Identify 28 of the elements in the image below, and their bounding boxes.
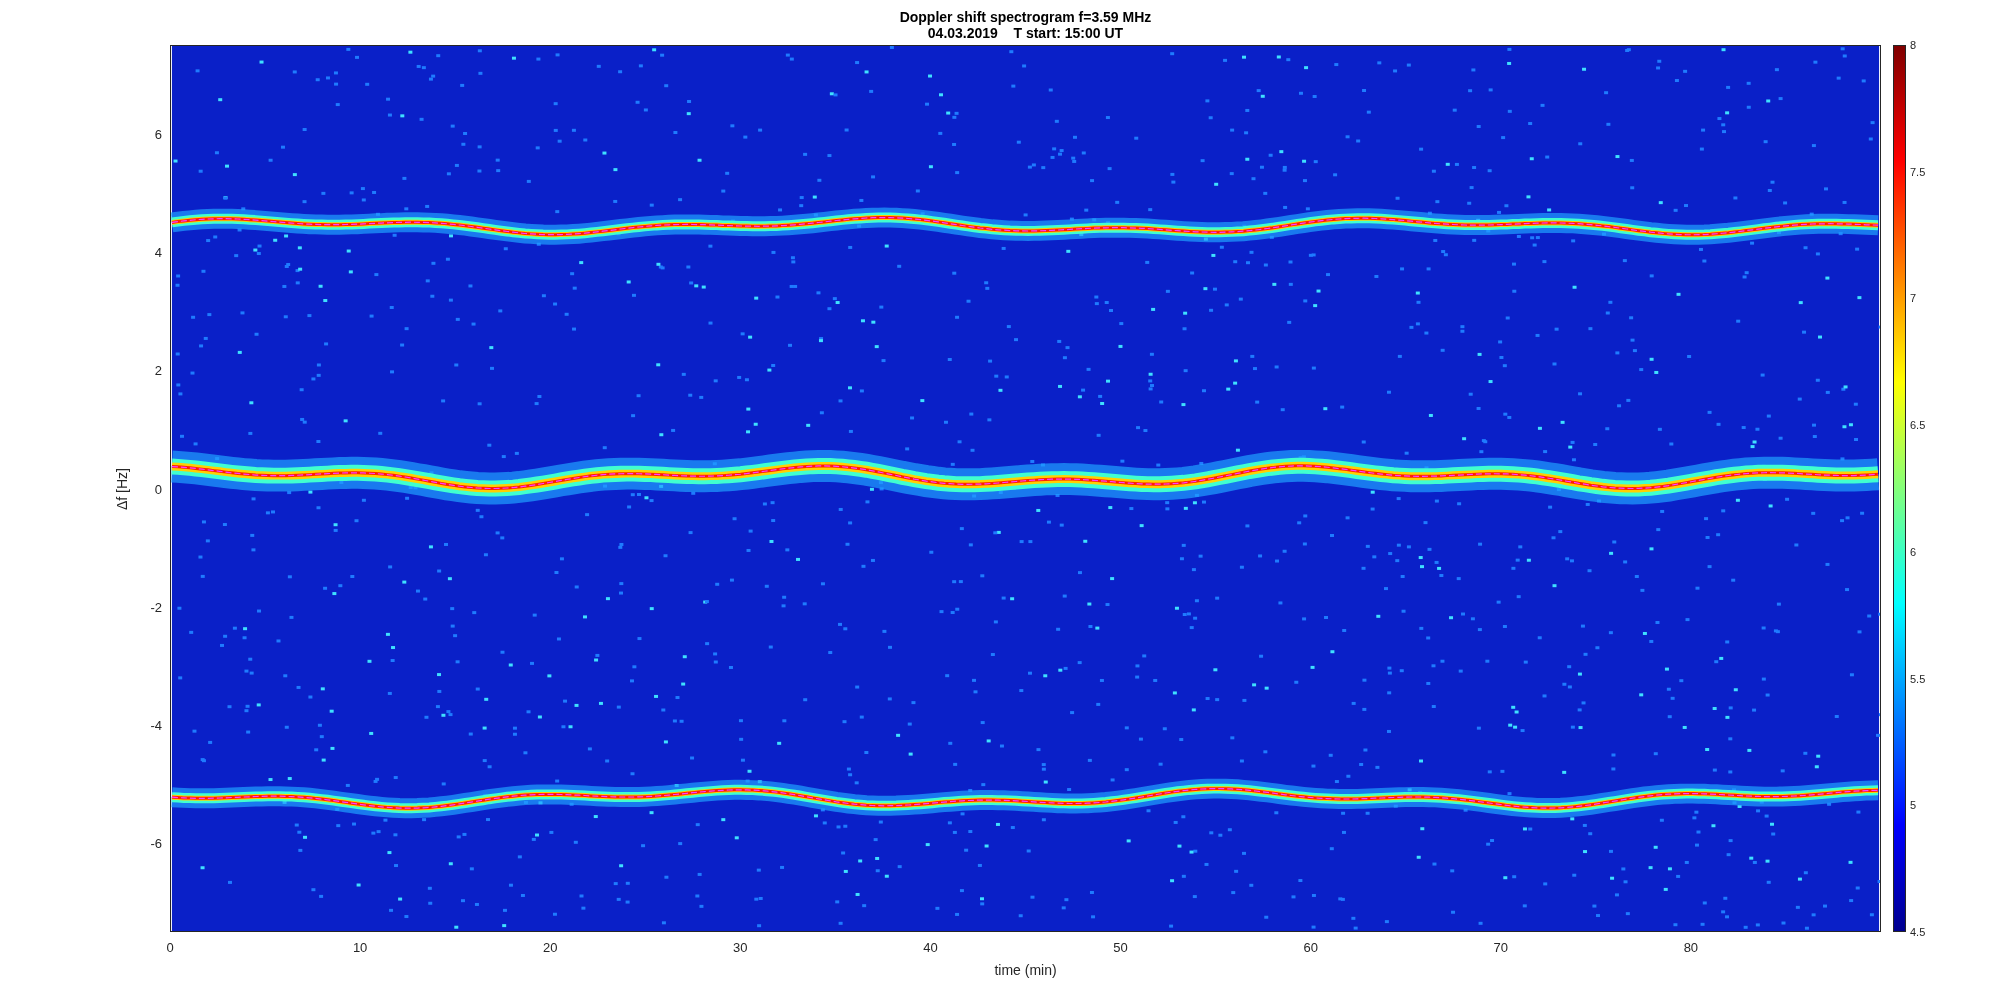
colorbar-tick-label: 5 (1910, 799, 1917, 812)
axis-tick-label: 50 (1113, 940, 1128, 955)
axis-tick-label: 60 (1303, 940, 1318, 955)
colorbar-tick-label: 6.5 (1910, 419, 1926, 432)
axis-tick-label: 20 (543, 940, 558, 955)
axis-label: Δf [Hz] (114, 467, 130, 510)
chart-subtitle: 04.03.2019 T start: 15:00 UT (927, 25, 1124, 41)
colorbar-tick-label: 8 (1910, 39, 1917, 51)
axis-tick-label: 70 (1493, 940, 1508, 955)
axis-label: time (min) (994, 962, 1057, 978)
colorbar-tick-label: 4.5 (1910, 926, 1926, 938)
axis-tick-label: 10 (352, 940, 368, 955)
axis-tick-label: 30 (733, 940, 748, 955)
axis-tick-label: 4 (154, 244, 162, 260)
axis-tick-label: -2 (150, 599, 162, 615)
axis-tick-label: 2 (154, 362, 162, 378)
colorbar-tick-label: 7 (1910, 292, 1917, 305)
chart-title: Doppler shift spectrogram f=3.59 MHz (899, 9, 1152, 25)
axis-tick-label: 0 (166, 940, 174, 955)
colorbar-tick-label: 7.5 (1910, 165, 1926, 178)
axis-tick-label: 40 (923, 940, 938, 955)
colorbar-tick-label: 6 (1910, 545, 1917, 558)
colorbar-tick-label: 5.5 (1910, 672, 1926, 685)
axis-tick-label: -4 (150, 717, 162, 733)
axis-tick-label: 0 (154, 481, 162, 496)
axis-tick-label: 80 (1683, 940, 1699, 955)
axis-tick-label: -6 (150, 835, 162, 851)
axis-tick-label: 6 (154, 126, 162, 142)
